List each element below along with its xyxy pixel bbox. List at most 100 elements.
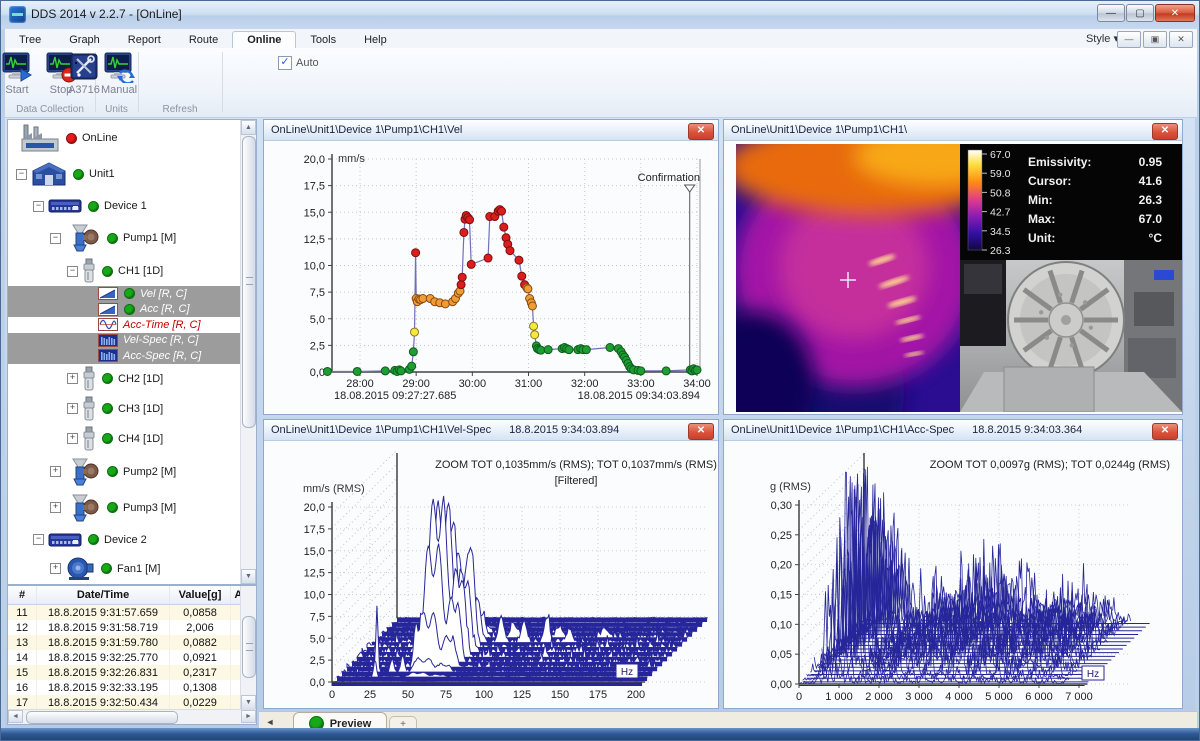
minimize-button[interactable]: — [1097,4,1125,22]
tree-item-unit1[interactable]: −Unit1 [8,156,256,192]
scroll-up-icon[interactable]: ▲ [241,120,256,135]
svg-text:25: 25 [364,689,376,701]
sensor-icon [82,426,96,452]
collapse-icon[interactable]: − [50,233,61,244]
mdi-minimize-button[interactable]: — [1117,31,1141,48]
table-hscrollbar[interactable]: ◄► [8,709,256,724]
column-header-datetime[interactable]: Date/Time [37,586,170,605]
table-row[interactable]: 1518.8.2015 9:32:26.8310,2317 [8,665,257,680]
expand-icon[interactable]: + [67,373,78,384]
vel-spectrum-header[interactable]: OnLine\Unit1\Device 1\Pump1\CH1\Vel-Spec… [264,420,718,441]
scroll-down-icon[interactable]: ▼ [241,695,256,710]
monitor-play-icon [0,51,34,83]
svg-text:0: 0 [796,691,802,703]
manual-button[interactable]: Manual [97,51,141,99]
mdi-close-button[interactable]: ✕ [1169,31,1193,48]
tree-item-acc-r-c[interactable]: Acc [R, C] [8,302,256,318]
tree-item-vel-spec-r-c[interactable]: Vel-Spec [R, C] [8,333,256,349]
expand-icon[interactable]: + [50,502,61,513]
menu-tab-help[interactable]: Help [350,32,401,49]
svg-text:ZOOM TOT 0,0097g (RMS); TOT 0,: ZOOM TOT 0,0097g (RMS); TOT 0,0244g (RMS… [930,459,1170,471]
tree-item-label: OnLine [82,132,117,144]
expand-icon[interactable]: + [50,466,61,477]
auto-checkbox[interactable]: ✓Auto [278,56,319,70]
scroll-right-icon[interactable]: ► [241,710,256,723]
menu-tab-tools[interactable]: Tools [296,32,350,49]
tree-item-fan1-m[interactable]: +Fan1 [M] [8,554,256,584]
tree-item-online[interactable]: OnLine [8,120,256,156]
row-value: 0,2317 [170,665,231,680]
collapse-icon[interactable]: − [33,201,44,212]
tree-item-pump3-m[interactable]: +Pump3 [M] [8,490,256,526]
table-row[interactable]: 1318.8.2015 9:31:59.7800,0882 [8,635,257,650]
menu-tab-tree[interactable]: Tree [5,32,55,49]
table-row[interactable]: 1218.8.2015 9:31:58.7192,006 [8,620,257,635]
tree-scrollbar[interactable]: ▲▼ [240,120,256,584]
info-label: Emissivity: [1028,155,1091,169]
tree-item-pump2-m[interactable]: +Pump2 [M] [8,454,256,490]
maximize-button[interactable]: ▢ [1126,4,1154,22]
tree-item-pump1-m[interactable]: −Pump1 [M] [8,220,256,256]
menu-bar: TreeGraphReportRouteOnlineToolsHelp Styl… [5,29,1197,49]
tree-item-label: CH2 [1D] [118,373,163,385]
svg-text:12,5: 12,5 [304,234,325,246]
expand-icon[interactable]: + [67,403,78,414]
svg-text:0,0: 0,0 [310,677,325,689]
expand-icon[interactable]: + [67,433,78,444]
tree-item-ch2-1d[interactable]: + CH2 [1D] [8,364,256,394]
row-value: 0,0229 [170,695,231,710]
mdi-restore-button[interactable]: ▣ [1143,31,1167,48]
expand-icon[interactable]: + [50,563,61,574]
thermal-panel-header[interactable]: OnLine\Unit1\Device 1\Pump1\CH1\ ✕ [724,120,1182,141]
svg-text:Hz: Hz [1087,669,1099,680]
tree-item-device-1[interactable]: −Device 1 [8,192,256,220]
table-scrollbar-thumb[interactable] [242,616,256,678]
table-hscrollbar-thumb[interactable] [26,711,178,724]
svg-text:7,5: 7,5 [310,611,325,623]
vel-spectrum-close-icon[interactable]: ✕ [688,423,714,440]
tree-item-device-2[interactable]: −Device 2 [8,526,256,554]
pump-icon [65,493,101,523]
tree-item-ch3-1d[interactable]: +CH3 [1D] [8,394,256,424]
svg-text:0,0: 0,0 [310,367,325,379]
collapse-icon[interactable]: − [67,266,78,277]
table-row[interactable]: 1118.8.2015 9:31:57.6590,0858 [8,605,257,621]
scroll-left-icon[interactable]: ◄ [8,710,23,723]
acc-spectrum-close-icon[interactable]: ✕ [1152,423,1178,440]
column-header-[interactable]: # [8,586,37,605]
trend-panel-header[interactable]: OnLine\Unit1\Device 1\Pump1\CH1\Vel ✕ [264,120,718,141]
menu-tab-route[interactable]: Route [175,32,232,49]
tree-scrollbar-thumb[interactable] [242,136,256,428]
window-title: DDS 2014 v 2.2.7 - [OnLine] [31,7,182,21]
table-scrollbar[interactable]: ▼ [240,586,256,710]
close-button[interactable]: ✕ [1155,4,1195,22]
acc-spectrum-datetime: 18.8.2015 9:34:03.364 [972,424,1082,436]
title-bar[interactable]: DDS 2014 v 2.2.7 - [OnLine] — ▢ ✕ [1,1,1200,29]
info-value: °C [1149,231,1163,245]
collapse-icon[interactable]: − [16,169,27,180]
collapse-icon[interactable]: − [33,534,44,545]
menu-tab-graph[interactable]: Graph [55,32,114,49]
svg-text:10,0: 10,0 [304,590,325,602]
thermal-close-icon[interactable]: ✕ [1152,123,1178,140]
acc-spectrum-header[interactable]: OnLine\Unit1\Device 1\Pump1\CH1\Acc-Spec… [724,420,1182,441]
table-row[interactable]: 1718.8.2015 9:32:50.4340,0229 [8,695,257,710]
menu-tab-report[interactable]: Report [114,32,175,49]
status-dot-green [101,563,112,574]
row-value: 0,0882 [170,635,231,650]
svg-text:34:00: 34:00 [683,378,711,390]
table-row[interactable]: 1418.8.2015 9:32:25.7700,0921 [8,650,257,665]
start-button[interactable]: Start [0,51,39,99]
svg-text:Confirmation: Confirmation [638,172,700,184]
tree-item-ch4-1d[interactable]: +CH4 [1D] [8,424,256,454]
tree-item-vel-r-c[interactable]: Vel [R, C] [8,286,256,302]
column-header-valueg[interactable]: Value[g] [170,586,231,605]
tree-item-acc-time-r-c[interactable]: Acc-Time [R, C] [8,317,256,333]
tree-item-acc-spec-r-c[interactable]: Acc-Spec [R, C] [8,348,256,364]
table-row[interactable]: 1618.8.2015 9:32:33.1950,1308 [8,680,257,695]
trend-close-icon[interactable]: ✕ [688,123,714,140]
svg-text:32:00: 32:00 [571,378,599,390]
tree-item-ch1-1d[interactable]: −CH1 [1D] [8,256,256,286]
scroll-down-icon[interactable]: ▼ [241,569,256,584]
svg-text:0,30: 0,30 [771,500,792,512]
